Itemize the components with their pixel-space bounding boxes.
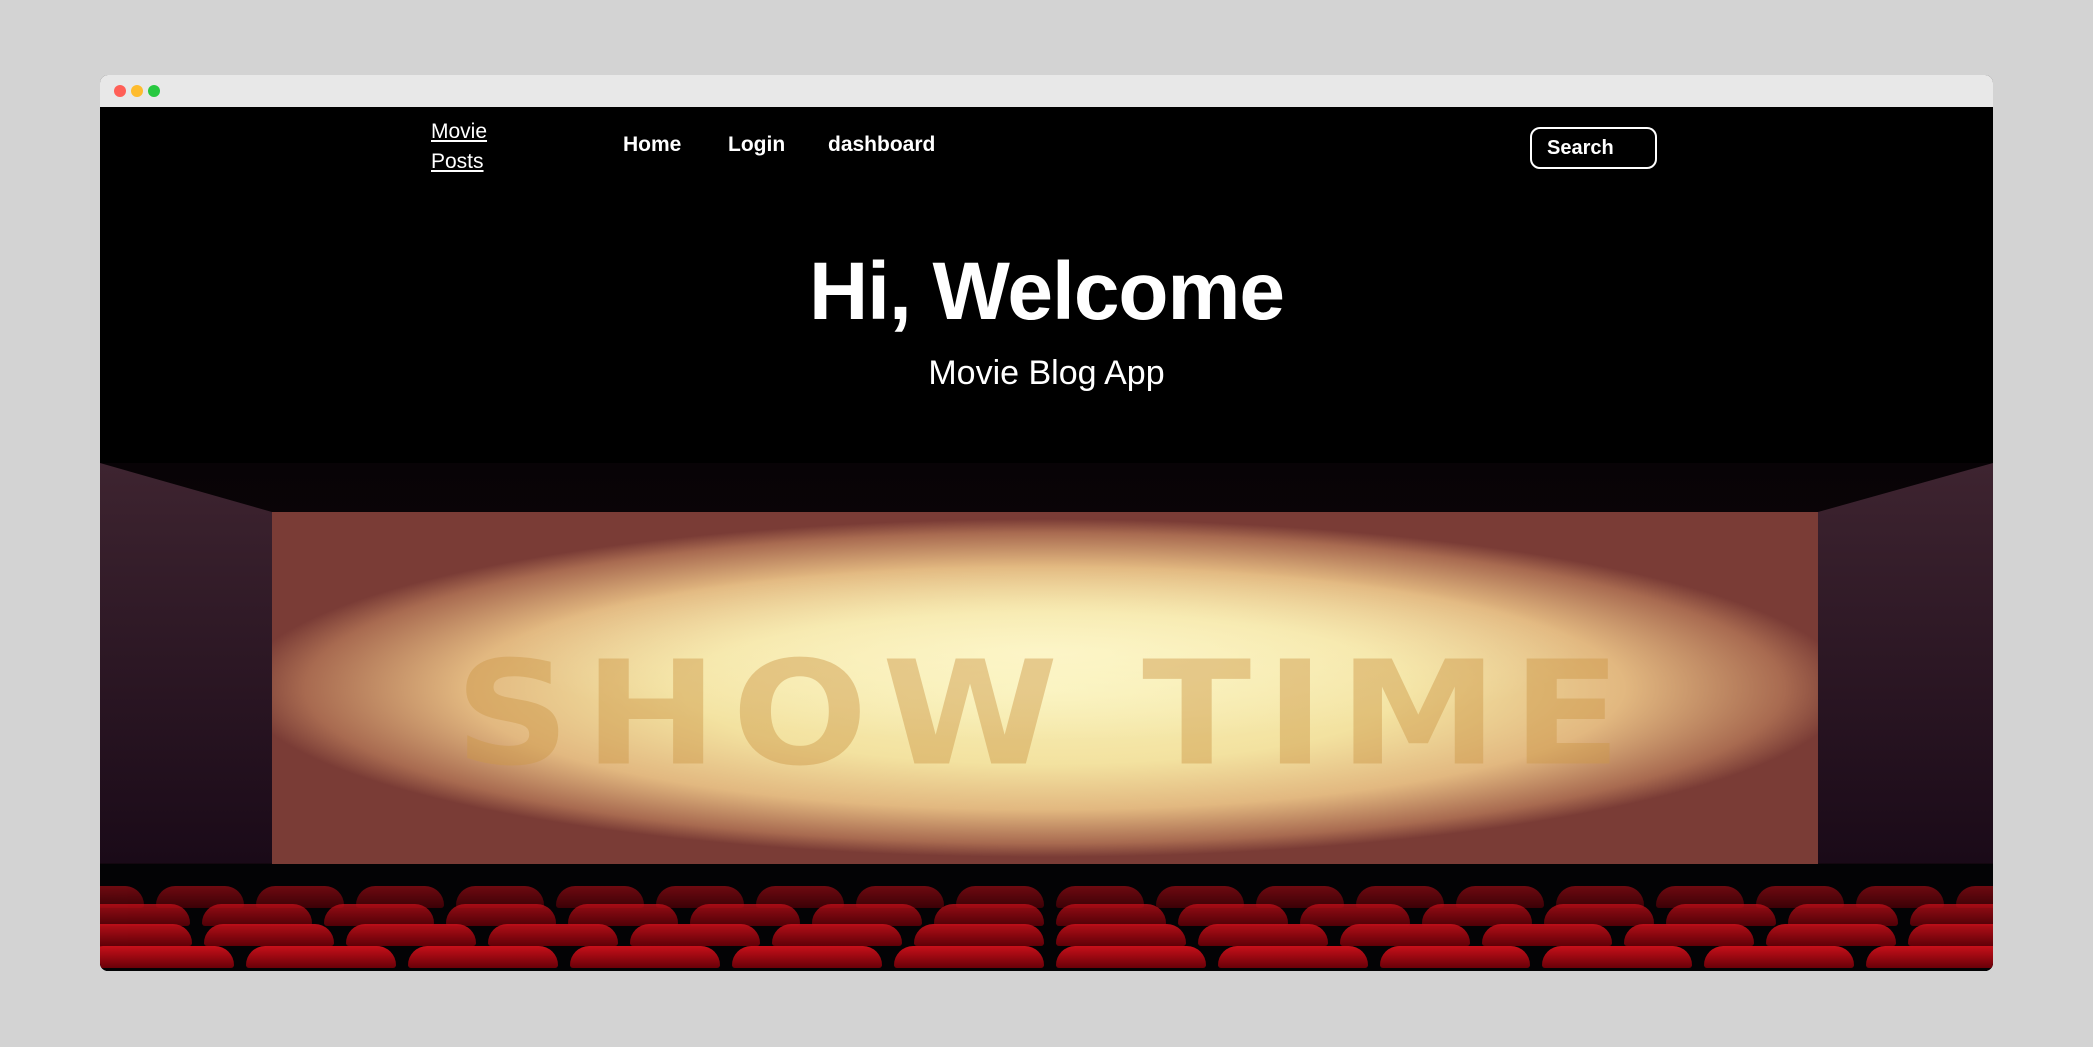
seat bbox=[1056, 904, 1166, 926]
seat bbox=[1482, 924, 1612, 946]
seat bbox=[1704, 946, 1854, 968]
seat bbox=[1908, 924, 1993, 946]
seat-row bbox=[100, 946, 1993, 968]
seat bbox=[934, 904, 1044, 926]
seat bbox=[1198, 924, 1328, 946]
close-window-dot[interactable] bbox=[114, 85, 126, 97]
seat bbox=[408, 946, 558, 968]
seat bbox=[570, 946, 720, 968]
nav-login[interactable]: Login bbox=[728, 133, 785, 157]
seat bbox=[1766, 924, 1896, 946]
seat bbox=[772, 924, 902, 946]
seat-row bbox=[100, 904, 1993, 926]
seat bbox=[1666, 904, 1776, 926]
show-time-text: SHOW TIME bbox=[454, 629, 1636, 798]
seat bbox=[732, 946, 882, 968]
seat bbox=[894, 946, 1044, 968]
brand-link[interactable]: Movie Posts bbox=[431, 117, 487, 177]
minimize-window-dot[interactable] bbox=[131, 85, 143, 97]
seat bbox=[204, 924, 334, 946]
seat bbox=[1788, 904, 1898, 926]
seat bbox=[1866, 946, 1993, 968]
seat bbox=[100, 946, 234, 968]
title-bar bbox=[100, 75, 1993, 107]
seat bbox=[100, 924, 192, 946]
seat bbox=[1542, 946, 1692, 968]
brand-line-2: Posts bbox=[431, 150, 484, 173]
brand-line-1: Movie bbox=[431, 120, 488, 143]
seat bbox=[1218, 946, 1368, 968]
seat-row bbox=[100, 924, 1993, 946]
seat bbox=[346, 924, 476, 946]
seat bbox=[630, 924, 760, 946]
seat bbox=[1056, 946, 1206, 968]
seat bbox=[1422, 904, 1532, 926]
seat bbox=[446, 904, 556, 926]
seat bbox=[202, 904, 312, 926]
seat bbox=[1300, 904, 1410, 926]
browser-window: Movie Posts Home Login dashboard Search … bbox=[100, 75, 1993, 971]
seat bbox=[1910, 904, 1993, 926]
seat bbox=[488, 924, 618, 946]
right-wall bbox=[1818, 463, 1993, 863]
seat bbox=[1624, 924, 1754, 946]
seat bbox=[914, 924, 1044, 946]
seat bbox=[1340, 924, 1470, 946]
cinema-screen: SHOW TIME bbox=[272, 512, 1818, 864]
seat bbox=[1178, 904, 1288, 926]
maximize-window-dot[interactable] bbox=[148, 85, 160, 97]
nav-dashboard[interactable]: dashboard bbox=[828, 133, 935, 157]
seat bbox=[812, 904, 922, 926]
seat bbox=[1380, 946, 1530, 968]
seating-area bbox=[100, 864, 1993, 971]
seat bbox=[690, 904, 800, 926]
seat bbox=[568, 904, 678, 926]
seat bbox=[100, 904, 190, 926]
seat bbox=[324, 904, 434, 926]
hero-title: Hi, Welcome bbox=[808, 246, 1285, 337]
theater-banner-image: SHOW TIME bbox=[100, 463, 1993, 971]
page: Movie Posts Home Login dashboard Search … bbox=[100, 107, 1993, 971]
seat bbox=[1056, 924, 1186, 946]
seat bbox=[246, 946, 396, 968]
hero-subtitle: Movie Blog App bbox=[928, 354, 1165, 392]
search-button[interactable]: Search bbox=[1530, 127, 1657, 169]
seat bbox=[1544, 904, 1654, 926]
nav-home[interactable]: Home bbox=[623, 133, 681, 157]
left-wall bbox=[100, 463, 272, 863]
